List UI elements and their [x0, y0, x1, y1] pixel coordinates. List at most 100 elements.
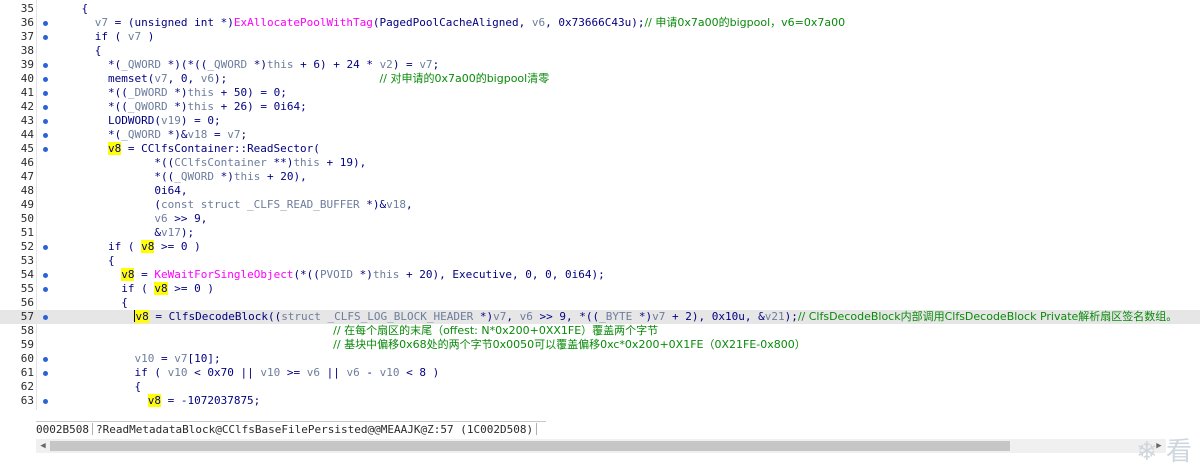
code-token: PVOID — [319, 268, 354, 281]
code-token: ); — [784, 310, 798, 323]
breakpoint-dot-icon[interactable] — [43, 147, 48, 152]
code-line[interactable]: 49 (const struct _CLFS_READ_BUFFER *)&v1… — [0, 198, 1200, 212]
code-line[interactable]: 42 *((_QWORD *)this + 26) = 0i64; — [0, 100, 1200, 114]
code-token: *) — [353, 268, 373, 281]
line-number: 56 — [20, 296, 34, 309]
code-line[interactable]: 53 { — [0, 254, 1200, 268]
line-number: 35 — [20, 2, 34, 15]
code-token: if ( — [55, 30, 128, 43]
code-text: // 基块中偏移0x68处的两个字节0x0050可以覆盖偏移0xc*0x200+… — [55, 338, 806, 352]
code-line[interactable]: 36 v7 = (unsigned int *)ExAllocatePoolWi… — [0, 16, 1200, 30]
breakpoint-dot-icon[interactable] — [43, 399, 48, 404]
code-line[interactable]: 37 if ( v7 ) — [0, 30, 1200, 44]
code-token: v21 — [764, 310, 785, 323]
code-token: v7 — [652, 310, 666, 323]
code-line[interactable]: 51 &v17); — [0, 226, 1200, 240]
breakpoint-dot-icon[interactable] — [43, 77, 48, 82]
code-line[interactable]: 54 v8 = KeWaitForSingleObject(*((PVOID *… — [0, 268, 1200, 282]
status-separator — [536, 423, 538, 435]
code-line[interactable]: 55 if ( v8 >= 0 ) — [0, 282, 1200, 296]
horizontal-scrollbar[interactable]: ◀ ▶ — [36, 439, 1166, 453]
code-line[interactable]: 40 memset(v7, 0, v6); // 对申请的0x7a00的bigp… — [0, 72, 1200, 86]
code-token: v7 — [127, 30, 142, 43]
code-line[interactable]: 44 *(_QWORD *)&v18 = v7; — [0, 128, 1200, 142]
code-token: { — [55, 44, 102, 57]
code-token: CClfsContainer — [174, 156, 267, 169]
code-line[interactable]: 59 // 基块中偏移0x68处的两个字节0x0050可以覆盖偏移0xc*0x2… — [0, 338, 1200, 352]
code-line[interactable]: 41 *((_DWORD *)this + 50) = 0; — [0, 86, 1200, 100]
code-line[interactable]: 63 v8 = -1072037875; — [0, 394, 1200, 408]
code-token: [10]; — [187, 352, 221, 365]
code-token: || — [319, 366, 347, 379]
breakpoint-dot-icon[interactable] — [43, 105, 48, 110]
code-comment: // 对申请的0x7a00的bigpool清零 — [379, 72, 550, 85]
code-line[interactable]: 62 { — [0, 380, 1200, 394]
code-token: v10 — [167, 366, 188, 379]
highlighted-identifier: v8 — [121, 268, 135, 281]
breakpoint-dot-icon[interactable] — [43, 91, 48, 96]
code-token: _BYTE — [599, 310, 633, 323]
code-line[interactable]: 52 if ( v8 >= 0 ) — [0, 240, 1200, 254]
code-line[interactable]: 35 { — [0, 2, 1200, 16]
code-text: v8 = -1072037875; — [55, 394, 260, 408]
code-line[interactable]: 38 { — [0, 44, 1200, 58]
code-line[interactable]: 60 v10 = v7[10]; — [0, 352, 1200, 366]
line-number: 61 — [20, 366, 34, 379]
code-line[interactable]: 61 if ( v10 < 0x70 || v10 >= v6 || v6 - … — [0, 366, 1200, 380]
code-token: *(( — [55, 170, 175, 183]
line-number: 44 — [20, 128, 34, 141]
line-number: 51 — [20, 226, 34, 239]
code-line[interactable]: 45 v8 = CClfsContainer::ReadSector( — [0, 142, 1200, 156]
code-token: v7 — [55, 16, 108, 29]
code-line[interactable]: 48 0i64, — [0, 184, 1200, 198]
code-token: *(( — [55, 86, 128, 99]
code-token: = CClfsContainer::ReadSector( — [121, 142, 320, 155]
code-text: v8 = KeWaitForSingleObject(*((PVOID *)th… — [55, 268, 605, 282]
breakpoint-dot-icon[interactable] — [43, 315, 48, 320]
code-line[interactable]: 56 { — [0, 296, 1200, 310]
code-token: { — [55, 254, 115, 267]
breakpoint-dot-icon[interactable] — [43, 357, 48, 362]
breakpoint-dot-icon[interactable] — [43, 133, 48, 138]
code-line[interactable]: 39 *(_QWORD *)(*((_QWORD *)this + 6) + 2… — [0, 58, 1200, 72]
code-token: >> 9, *(( — [532, 310, 600, 323]
code-token: ( — [55, 198, 161, 211]
breakpoint-dot-icon[interactable] — [43, 35, 48, 40]
pseudocode-view[interactable]: 35 {36 v7 = (unsigned int *)ExAllocatePo… — [0, 0, 1200, 420]
breakpoint-dot-icon[interactable] — [43, 63, 48, 68]
code-line[interactable]: 50 v6 >> 9, — [0, 212, 1200, 226]
code-line[interactable]: 43 LODWORD(v19) = 0; — [0, 114, 1200, 128]
code-token: ) = — [392, 58, 420, 71]
code-text: *(_QWORD *)&v18 = v7; — [55, 128, 247, 142]
code-line[interactable]: 58 // 在每个扇区的末尾（offest: N*0x200+0XX1FE）覆盖… — [0, 324, 1200, 338]
breakpoint-dot-icon[interactable] — [43, 287, 48, 292]
breakpoint-dot-icon[interactable] — [43, 245, 48, 250]
code-line[interactable]: 46 *((CClfsContainer **)this + 19), — [0, 156, 1200, 170]
code-token: , 0x73666C43u); — [545, 16, 645, 29]
code-token: *(( — [55, 156, 175, 169]
code-comment: // 申请0x7a00的bigpool，v6=0x7a00 — [644, 16, 846, 29]
code-token: v18 — [386, 198, 407, 211]
breakpoint-dot-icon[interactable] — [43, 119, 48, 124]
scroll-left-icon[interactable]: ◀ — [36, 439, 50, 453]
code-token: >> 9, — [167, 212, 208, 225]
code-token: ); — [213, 72, 380, 85]
breakpoint-dot-icon[interactable] — [43, 21, 48, 26]
line-number: 37 — [20, 30, 34, 43]
breakpoint-dot-icon[interactable] — [43, 273, 48, 278]
code-line[interactable]: 57 v8 = ClfsDecodeBlock((struct _CLFS_LO… — [0, 310, 1200, 324]
code-token: v7 — [419, 58, 433, 71]
code-token: ; — [240, 128, 248, 141]
code-line[interactable]: 47 *((_QWORD *)this + 20), — [0, 170, 1200, 184]
code-text: { — [55, 44, 102, 58]
code-token: { — [55, 2, 89, 15]
breakpoint-dot-icon[interactable] — [43, 371, 48, 376]
code-token: this — [187, 86, 214, 99]
code-token: v7 — [154, 72, 168, 85]
scrollbar-thumb[interactable] — [50, 441, 1010, 451]
line-number: 63 — [20, 394, 34, 407]
